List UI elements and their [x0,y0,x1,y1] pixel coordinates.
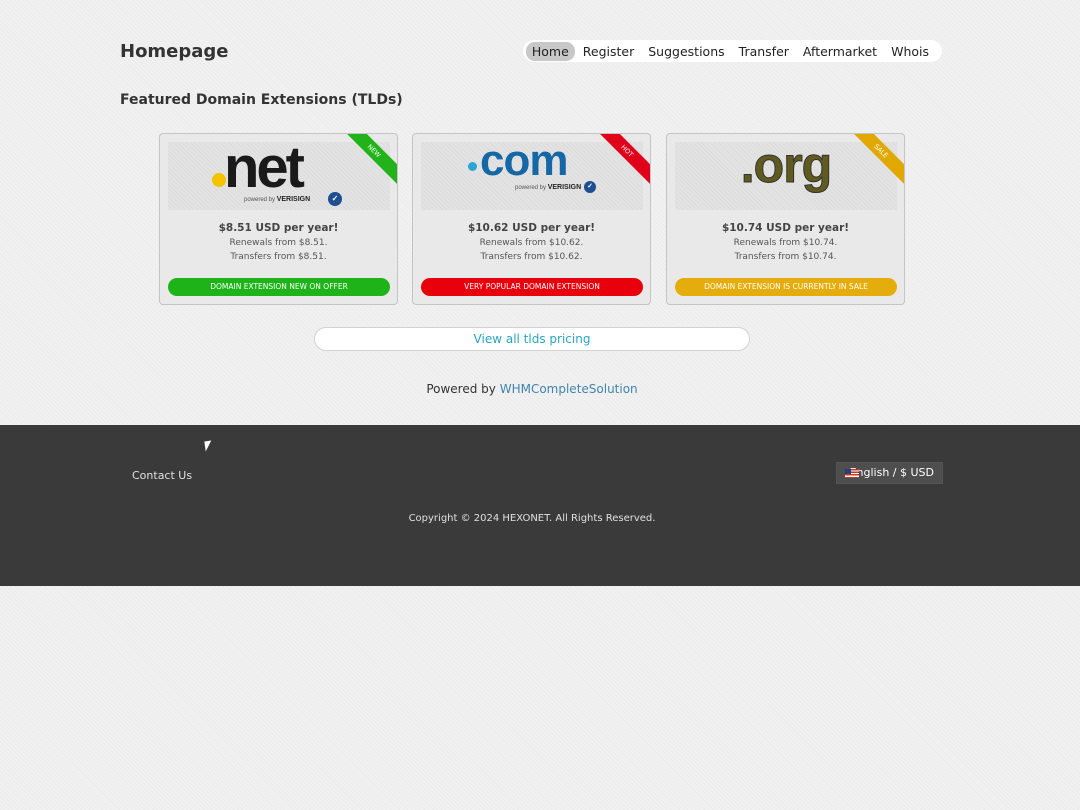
mouse-cursor-icon [204,440,213,452]
tld-renewals: Renewals from $10.74. [733,238,838,248]
tld-renewals: Renewals from $10.62. [479,238,584,248]
tld-price: $8.51 USD per year! [218,222,339,234]
nav-home[interactable]: Home [525,41,575,61]
footer: Contact Us English / $ USD Copyright © 2… [0,425,1080,586]
page-title: Homepage [120,41,229,62]
nav-whois[interactable]: Whois [885,42,935,61]
com-powered-by: powered by VERISIGN [515,184,581,191]
language-currency-button[interactable]: English / $ USD [836,462,943,484]
tld-transfers: Transfers from $10.62. [480,252,583,262]
view-all-tlds-button[interactable]: View all tlds pricing [314,327,750,351]
com-logo-dot [468,162,477,171]
powered-by: Powered by WHMCompleteSolution [0,382,1064,396]
us-flag-icon [845,469,859,478]
nav-suggestions[interactable]: Suggestions [642,42,730,61]
tld-price: $10.62 USD per year! [467,222,596,234]
tld-badge[interactable]: VERY POPULAR DOMAIN EXTENSION [421,278,643,296]
verisign-brand: VERISIGN [276,196,311,203]
tld-renewals: Renewals from $8.51. [229,238,328,248]
tld-card-com[interactable]: com powered by VERISIGN ✓ HOT $10.62 USD… [412,133,651,305]
whmcs-link[interactable]: WHMCompleteSolution [500,382,638,396]
tld-price: $10.74 USD per year! [721,222,850,234]
verisign-icon: ✓ [584,181,596,193]
language-label: English / $ USD [849,466,934,479]
tld-badge[interactable]: DOMAIN EXTENSION IS CURRENTLY IN SALE [675,278,897,296]
tld-card-net[interactable]: net powered by VERISIGN ✓ NEW $8.51 USD … [159,133,398,305]
org-logo-text: .org [740,137,832,194]
tld-transfers: Transfers from $8.51. [230,252,327,262]
com-logo-text: com [480,136,568,185]
com-logo: com powered by VERISIGN ✓ [421,136,643,210]
verisign-brand: VERISIGN [547,184,582,191]
contact-us-link[interactable]: Contact Us [132,469,192,482]
copyright: Copyright © 2024 HEXONET. All Rights Res… [408,513,656,524]
tld-cards: net powered by VERISIGN ✓ NEW $8.51 USD … [159,133,905,305]
net-powered-by: powered by VERISIGN [244,196,310,203]
featured-title: Featured Domain Extensions (TLDs) [120,92,403,108]
header: Homepage Home Register Suggestions Trans… [120,38,942,66]
powered-label: powered by [244,197,276,203]
org-logo: .org [675,137,897,210]
powered-by-label: Powered by [426,382,496,396]
verisign-icon: ✓ [328,192,342,206]
main-nav: Home Register Suggestions Transfer After… [522,40,942,62]
nav-transfer[interactable]: Transfer [733,42,795,61]
page: Homepage Home Register Suggestions Trans… [0,0,1080,810]
nav-aftermarket[interactable]: Aftermarket [797,42,883,61]
nav-register[interactable]: Register [577,42,640,61]
net-logo-text: net [224,135,305,200]
tld-transfers: Transfers from $10.74. [734,252,837,262]
powered-label: powered by [515,185,547,191]
tld-badge[interactable]: DOMAIN EXTENSION NEW ON OFFER [168,278,390,296]
net-logo: net powered by VERISIGN ✓ [168,135,390,210]
tld-card-org[interactable]: .org SALE $10.74 USD per year! Renewals … [666,133,905,305]
